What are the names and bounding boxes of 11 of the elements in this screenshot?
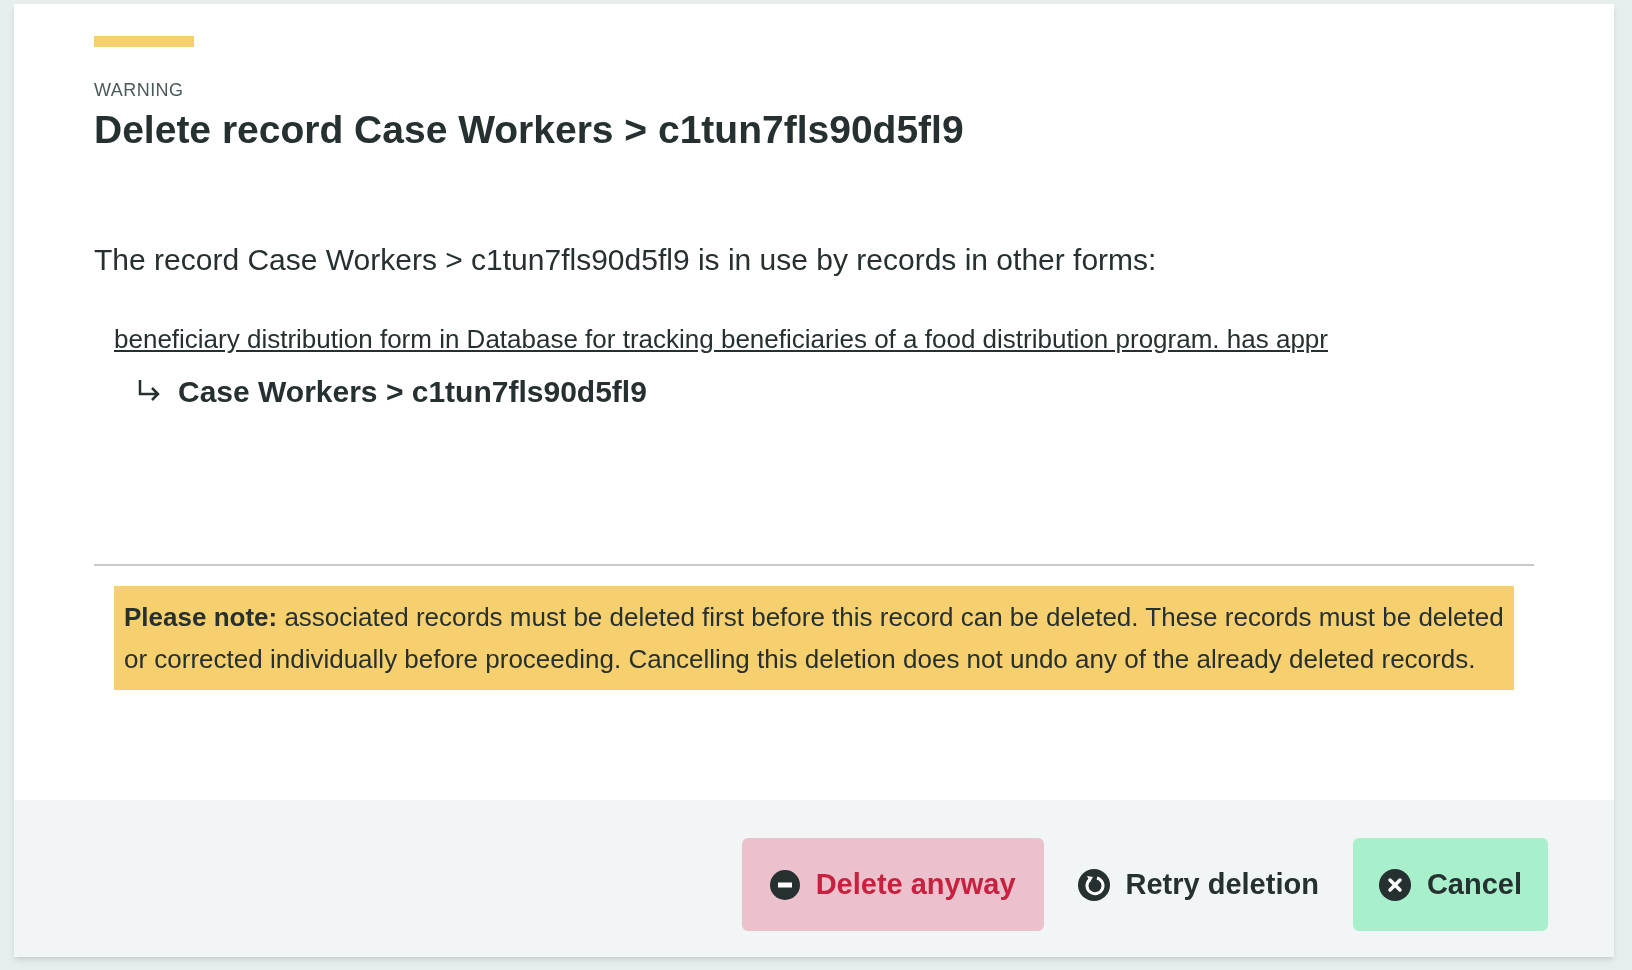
retry-button[interactable]: Retry deletion: [1077, 838, 1319, 931]
message-text: The record Case Workers > c1tun7fls90d5fl9 is in use by records in other forms:: [94, 241, 1158, 278]
form-link[interactable]: beneficiary distribution form in Database for tracking beneficiaries of a food distribution program. has appr: [114, 319, 1328, 359]
record-name: Case Workers > c1tun7fls90d5fl9: [178, 373, 647, 410]
close-circle-icon: [1378, 868, 1411, 901]
dialog-title: Delete record Case Workers > c1tun7fls90d5fl9: [94, 107, 965, 153]
refresh-icon: [1077, 868, 1110, 901]
minus-circle-icon: [769, 869, 800, 900]
note-banner: Please note: associated records must be deleted first before this record can be deleted. These records must be deleted or corrected individually before proceeding. Cancelling this deletion does not undo any of the already deleted records.: [114, 585, 1514, 690]
cancel-button[interactable]: Cancel: [1352, 838, 1548, 931]
warning-label: WARNING: [94, 79, 185, 102]
